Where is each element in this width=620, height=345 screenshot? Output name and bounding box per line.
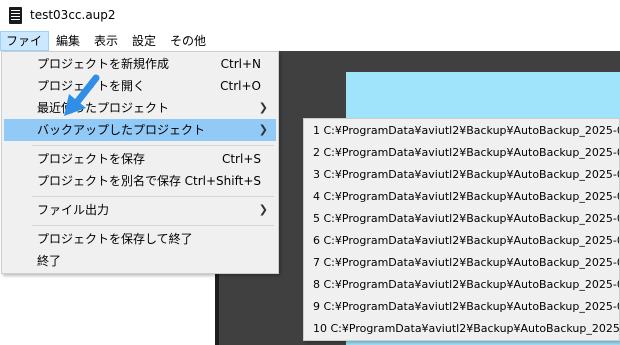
chevron-right-icon: ❯ <box>258 123 268 136</box>
backup-item-label: 5 C:¥ProgramData¥aviutl2¥Backup¥AutoBack… <box>313 212 620 225</box>
menu-file[interactable]: ファイル <box>0 31 49 66</box>
menu-item-open-project[interactable]: プロジェクトを開く Ctrl+O <box>4 75 276 97</box>
backup-item-label: 3 C:¥ProgramData¥aviutl2¥Backup¥AutoBack… <box>313 168 620 181</box>
menu-edit[interactable]: 編集 <box>51 31 85 51</box>
menu-item-save-project[interactable]: プロジェクトを保存 Ctrl+S <box>4 148 276 170</box>
menu-separator <box>32 145 274 146</box>
menu-item-label: バックアップしたプロジェクト <box>37 123 206 137</box>
menu-item-shortcut: Ctrl+Shift+S <box>184 174 261 188</box>
backup-item-label: 10 C:¥ProgramData¥aviutl2¥Backup¥AutoBac… <box>313 322 620 335</box>
menu-separator <box>32 196 274 197</box>
menu-settings[interactable]: 設定 <box>127 31 161 51</box>
film-icon <box>9 7 22 24</box>
backup-item-label: 4 C:¥ProgramData¥aviutl2¥Backup¥AutoBack… <box>313 190 620 203</box>
menu-item-save-as[interactable]: プロジェクトを別名で保存 Ctrl+Shift+S <box>4 170 276 192</box>
backup-item-label: 2 C:¥ProgramData¥aviutl2¥Backup¥AutoBack… <box>313 146 620 159</box>
chevron-right-icon: ❯ <box>258 203 268 216</box>
menu-item-file-export[interactable]: ファイル出力 ❯ <box>4 199 276 221</box>
menu-item-label: ファイル出力 <box>37 203 110 217</box>
menu-item-shortcut: Ctrl+N <box>220 57 261 71</box>
menu-item-label: 終了 <box>37 254 62 268</box>
backup-item-label: 7 C:¥ProgramData¥aviutl2¥Backup¥AutoBack… <box>313 256 620 269</box>
arrow-pointer-icon <box>64 74 100 116</box>
menu-view[interactable]: 表示 <box>89 31 123 51</box>
title-bar: test03cc.aup2 <box>0 0 620 31</box>
menu-other[interactable]: その他 <box>165 31 211 51</box>
menu-bar: ファイル 編集 表示 設定 その他 <box>0 31 620 66</box>
backup-projects-submenu: 1 C:¥ProgramData¥aviutl2¥Backup¥AutoBack… <box>303 118 620 341</box>
menu-item-label: プロジェクトを別名で保存 <box>37 174 182 188</box>
menu-item-new-project[interactable]: プロジェクトを新規作成 Ctrl+N <box>4 53 276 75</box>
menu-item-backup-projects[interactable]: バックアップしたプロジェクト ❯ <box>4 119 276 141</box>
menu-item-shortcut: Ctrl+O <box>220 79 261 93</box>
file-menu-dropdown: プロジェクトを新規作成 Ctrl+N プロジェクトを開く Ctrl+O 最近使っ… <box>1 51 279 274</box>
menu-item-exit[interactable]: 終了 <box>4 250 276 272</box>
backup-item-label: 1 C:¥ProgramData¥aviutl2¥Backup¥AutoBack… <box>313 124 620 137</box>
chevron-right-icon: ❯ <box>258 101 268 114</box>
backup-item-label: 9 C:¥ProgramData¥aviutl2¥Backup¥AutoBack… <box>313 300 620 313</box>
backup-item-label: 8 C:¥ProgramData¥aviutl2¥Backup¥AutoBack… <box>313 278 620 291</box>
menu-item-save-and-exit[interactable]: プロジェクトを保存して終了 <box>4 228 276 250</box>
backup-item-label: 6 C:¥ProgramData¥aviutl2¥Backup¥AutoBack… <box>313 234 620 247</box>
menu-item-shortcut: Ctrl+S <box>221 152 261 166</box>
menu-item-recent-projects[interactable]: 最近使ったプロジェクト ❯ <box>4 97 276 119</box>
menu-item-label: プロジェクトを保存して終了 <box>37 232 193 246</box>
menu-item-label: プロジェクトを保存 <box>37 152 146 166</box>
menu-separator <box>32 225 274 226</box>
window-title: test03cc.aup2 <box>30 8 116 22</box>
